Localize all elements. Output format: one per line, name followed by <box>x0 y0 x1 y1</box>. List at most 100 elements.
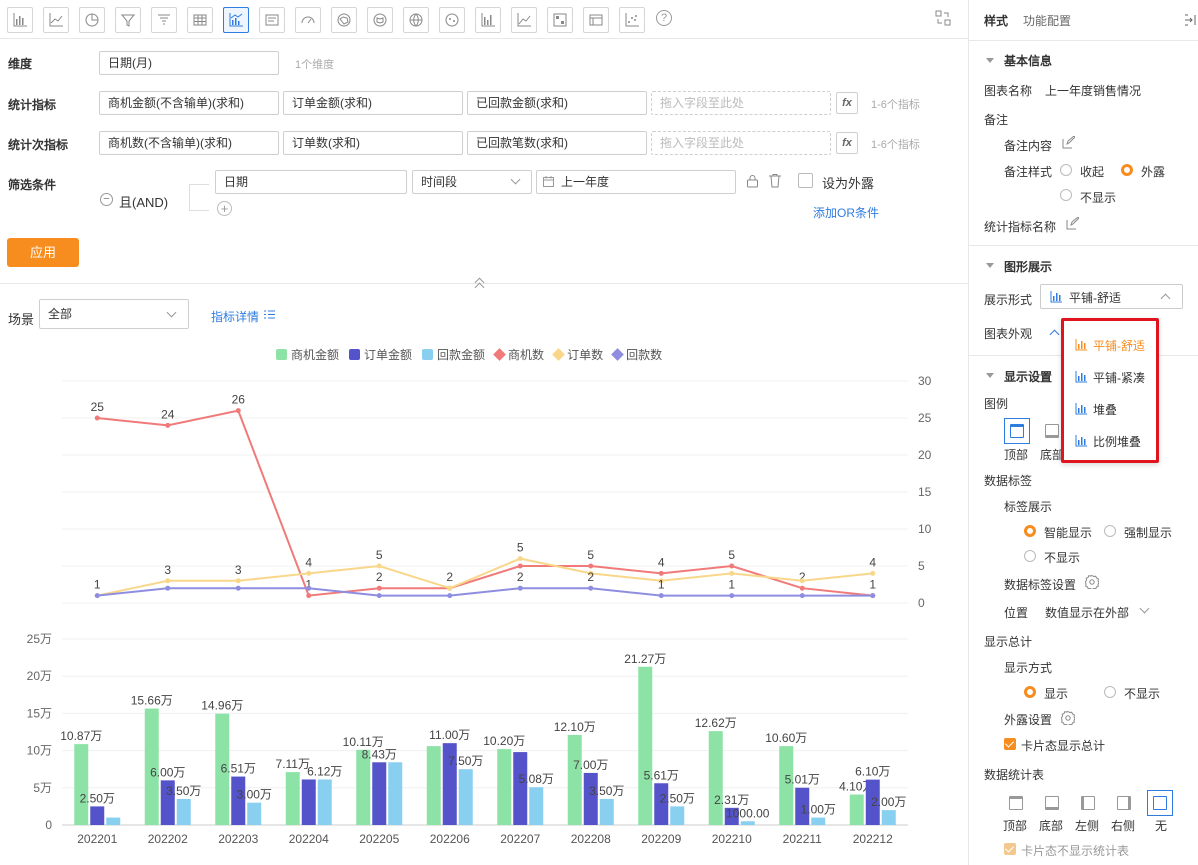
minus-circle-icon[interactable]: − <box>100 193 113 206</box>
funnel-bars-icon[interactable] <box>151 7 177 33</box>
bar <box>317 779 332 825</box>
stats-position-label: 底部 <box>1039 819 1064 833</box>
label-hide-radio[interactable] <box>1024 550 1036 562</box>
bar-data-label: 6.10万 <box>855 765 890 779</box>
scatter-icon[interactable] <box>619 7 645 33</box>
chart-name-value[interactable]: 上一年度销售情况 <box>1045 82 1141 99</box>
scatter-map-icon[interactable] <box>439 7 465 33</box>
lock-icon[interactable] <box>746 174 759 188</box>
display-form-select[interactable]: 平铺-舒适 <box>1040 284 1183 309</box>
card-no-stats-checkbox[interactable] <box>1004 843 1016 855</box>
stats-position-option[interactable] <box>1003 790 1029 816</box>
table-icon[interactable] <box>187 7 213 33</box>
gear-icon[interactable] <box>1061 711 1075 725</box>
tab-style[interactable]: 样式 <box>984 12 1008 29</box>
pie-chart-icon[interactable] <box>79 7 105 33</box>
metric-drop-zone[interactable]: 拖入字段至此处 <box>651 91 831 115</box>
note-style-collapse-radio[interactable] <box>1060 164 1072 176</box>
dropdown-option[interactable]: 比例堆叠 <box>1075 431 1141 451</box>
bar-chart-icon[interactable] <box>7 7 33 33</box>
metric-detail-link[interactable]: 指标详情 <box>211 308 259 325</box>
y-tick-label-left: 20万 <box>27 669 52 683</box>
total-hide-radio[interactable] <box>1104 686 1116 698</box>
total-show-radio[interactable] <box>1024 686 1036 698</box>
tab-function-config[interactable]: 功能配置 <box>1023 12 1071 29</box>
bar-data-label: 1.00万 <box>801 803 836 817</box>
bar-data-label: 5.61万 <box>644 768 679 782</box>
add-condition-icon[interactable]: + <box>217 201 232 216</box>
stats-position-option[interactable] <box>1075 790 1101 816</box>
add-or-link[interactable]: 添加OR条件 <box>813 204 879 221</box>
legend-top-option[interactable] <box>1004 418 1030 444</box>
filter-label: 筛选条件 <box>8 178 57 192</box>
line-chart-icon[interactable] <box>43 7 69 33</box>
text-card-icon[interactable] <box>259 7 285 33</box>
note-style-hide-radio[interactable] <box>1060 189 1072 201</box>
card-total-checkbox[interactable] <box>1004 738 1016 750</box>
label-smart-radio[interactable] <box>1024 525 1036 537</box>
submetric-formula-button[interactable]: fx <box>836 132 858 154</box>
filter-field[interactable]: 日期 <box>215 170 407 194</box>
dimension-field[interactable]: 日期(月) <box>99 51 279 75</box>
metric-field-2[interactable]: 订单金额(求和) <box>283 91 463 115</box>
chevron-up-icon[interactable] <box>1049 329 1060 340</box>
submetric-label: 统计次指标 <box>8 138 69 152</box>
stats-position-option[interactable] <box>1147 790 1173 816</box>
expose-checkbox[interactable] <box>798 173 813 188</box>
dropdown-option[interactable]: 平铺-舒适 <box>1075 335 1145 355</box>
collapse-up-icon-2[interactable] <box>474 282 485 293</box>
submetric-field-2[interactable]: 订单数(求和) <box>283 131 463 155</box>
collapse-panel-icon[interactable] <box>1184 14 1196 26</box>
list-table-icon[interactable] <box>583 7 609 33</box>
metric-formula-button[interactable]: fx <box>836 92 858 114</box>
stats-position-option[interactable] <box>1039 790 1065 816</box>
x-tick-label: 202206 <box>430 832 470 846</box>
swap-axis-icon[interactable] <box>935 10 951 26</box>
position-value[interactable]: 数值显示在外部 <box>1045 604 1129 621</box>
line-data-label: 2 <box>446 570 453 584</box>
metric-hint: 1-6个指标 <box>871 99 920 111</box>
funnel-icon[interactable] <box>115 7 141 33</box>
column-icon[interactable] <box>475 7 501 33</box>
map-cn-icon[interactable] <box>331 7 357 33</box>
submetric-drop-zone[interactable]: 拖入字段至此处 <box>651 131 831 155</box>
metric-field-1[interactable]: 商机金额(不含输单)(求和) <box>99 91 279 115</box>
calendar-icon <box>543 176 554 187</box>
line-data-label: 26 <box>232 393 246 407</box>
gear-icon[interactable] <box>1085 575 1099 589</box>
globe-icon[interactable] <box>403 7 429 33</box>
bar-data-label: 10.87万 <box>60 729 102 743</box>
bar-data-label: 11.00万 <box>429 728 470 742</box>
note-style-expose-radio[interactable] <box>1121 164 1133 176</box>
dropdown-option[interactable]: 堆叠 <box>1075 399 1117 419</box>
line-point <box>447 585 453 591</box>
combo-chart-icon[interactable] <box>223 7 249 33</box>
heat-grid-icon[interactable] <box>547 7 573 33</box>
map-cn-alt-icon[interactable] <box>367 7 393 33</box>
edit-icon[interactable] <box>1062 136 1075 149</box>
label-force-radio[interactable] <box>1104 525 1116 537</box>
filter-value[interactable]: 上一年度 <box>536 170 736 194</box>
edit-icon[interactable] <box>1066 217 1079 230</box>
collapse-triangle-icon[interactable] <box>986 373 994 378</box>
submetric-field-1[interactable]: 商机数(不含输单)(求和) <box>99 131 279 155</box>
stats-position-option[interactable] <box>1111 790 1137 816</box>
scene-select[interactable]: 全部 <box>39 299 189 329</box>
dropdown-option[interactable]: 平铺-紧凑 <box>1075 367 1145 387</box>
total-title: 显示总计 <box>984 635 1033 649</box>
gauge-icon[interactable] <box>295 7 321 33</box>
bar-data-label: 21.27万 <box>624 652 666 666</box>
list-icon[interactable] <box>264 310 275 319</box>
trash-icon[interactable] <box>768 173 782 188</box>
metric-field-3[interactable]: 已回款金额(求和) <box>467 91 647 115</box>
collapse-triangle-icon[interactable] <box>986 263 994 268</box>
apply-button[interactable]: 应用 <box>7 238 79 267</box>
area-chart-icon[interactable] <box>511 7 537 33</box>
help-icon[interactable]: ? <box>656 10 672 26</box>
bar-data-label: 1000.00 <box>726 806 770 820</box>
collapse-triangle-icon[interactable] <box>986 58 994 63</box>
card-no-stats-label: 卡片态不显示统计表 <box>1021 844 1130 858</box>
section-divider <box>0 283 968 284</box>
bar <box>247 802 262 825</box>
submetric-field-3[interactable]: 已回款笔数(求和) <box>467 131 647 155</box>
